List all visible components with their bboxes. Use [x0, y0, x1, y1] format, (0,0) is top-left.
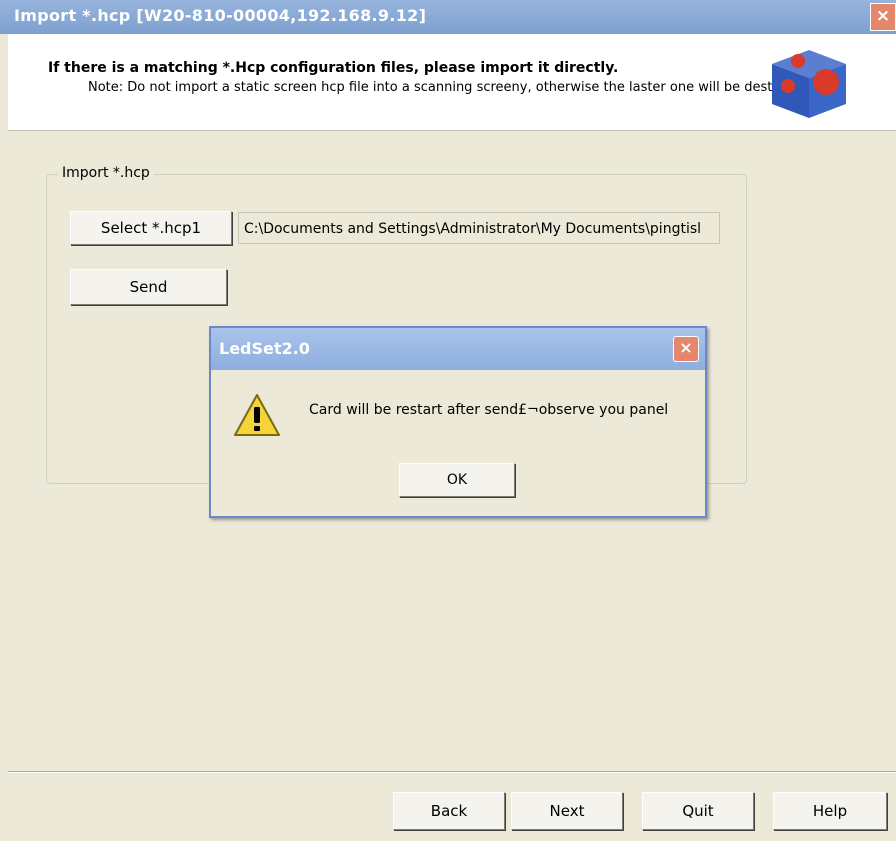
window-title: Import *.hcp [W20-810-00004,192.168.9.12…: [14, 6, 427, 25]
help-button[interactable]: Help: [773, 792, 887, 830]
warning-icon: [234, 394, 280, 436]
window-titlebar: Import *.hcp [W20-810-00004,192.168.9.12…: [0, 0, 896, 34]
dialog-titlebar: LedSet2.0 ×: [211, 328, 705, 370]
send-button[interactable]: Send: [70, 269, 227, 305]
file-path-field[interactable]: C:\Documents and Settings\Administrator\…: [238, 212, 720, 244]
header-banner: If there is a matching *.Hcp configurati…: [8, 34, 896, 131]
dialog-message: Card will be restart after send£¬observe…: [309, 402, 669, 418]
dialog-title: LedSet2.0: [219, 339, 310, 358]
banner-note: Note: Do not import a static screen hcp …: [88, 80, 814, 95]
footer-separator: [8, 771, 896, 773]
select-hcp-button[interactable]: Select *.hcp1: [70, 211, 232, 245]
cube-logo-icon: [772, 50, 846, 118]
import-group-label: Import *.hcp: [58, 165, 154, 181]
next-button[interactable]: Next: [511, 792, 623, 830]
message-dialog: LedSet2.0 × Card will be restart after s…: [209, 326, 707, 518]
banner-heading: If there is a matching *.Hcp configurati…: [48, 60, 619, 76]
dialog-close-button[interactable]: ×: [673, 336, 699, 362]
window-close-button[interactable]: ×: [870, 3, 896, 31]
back-button[interactable]: Back: [393, 792, 505, 830]
ok-button[interactable]: OK: [399, 463, 515, 497]
quit-button[interactable]: Quit: [642, 792, 754, 830]
